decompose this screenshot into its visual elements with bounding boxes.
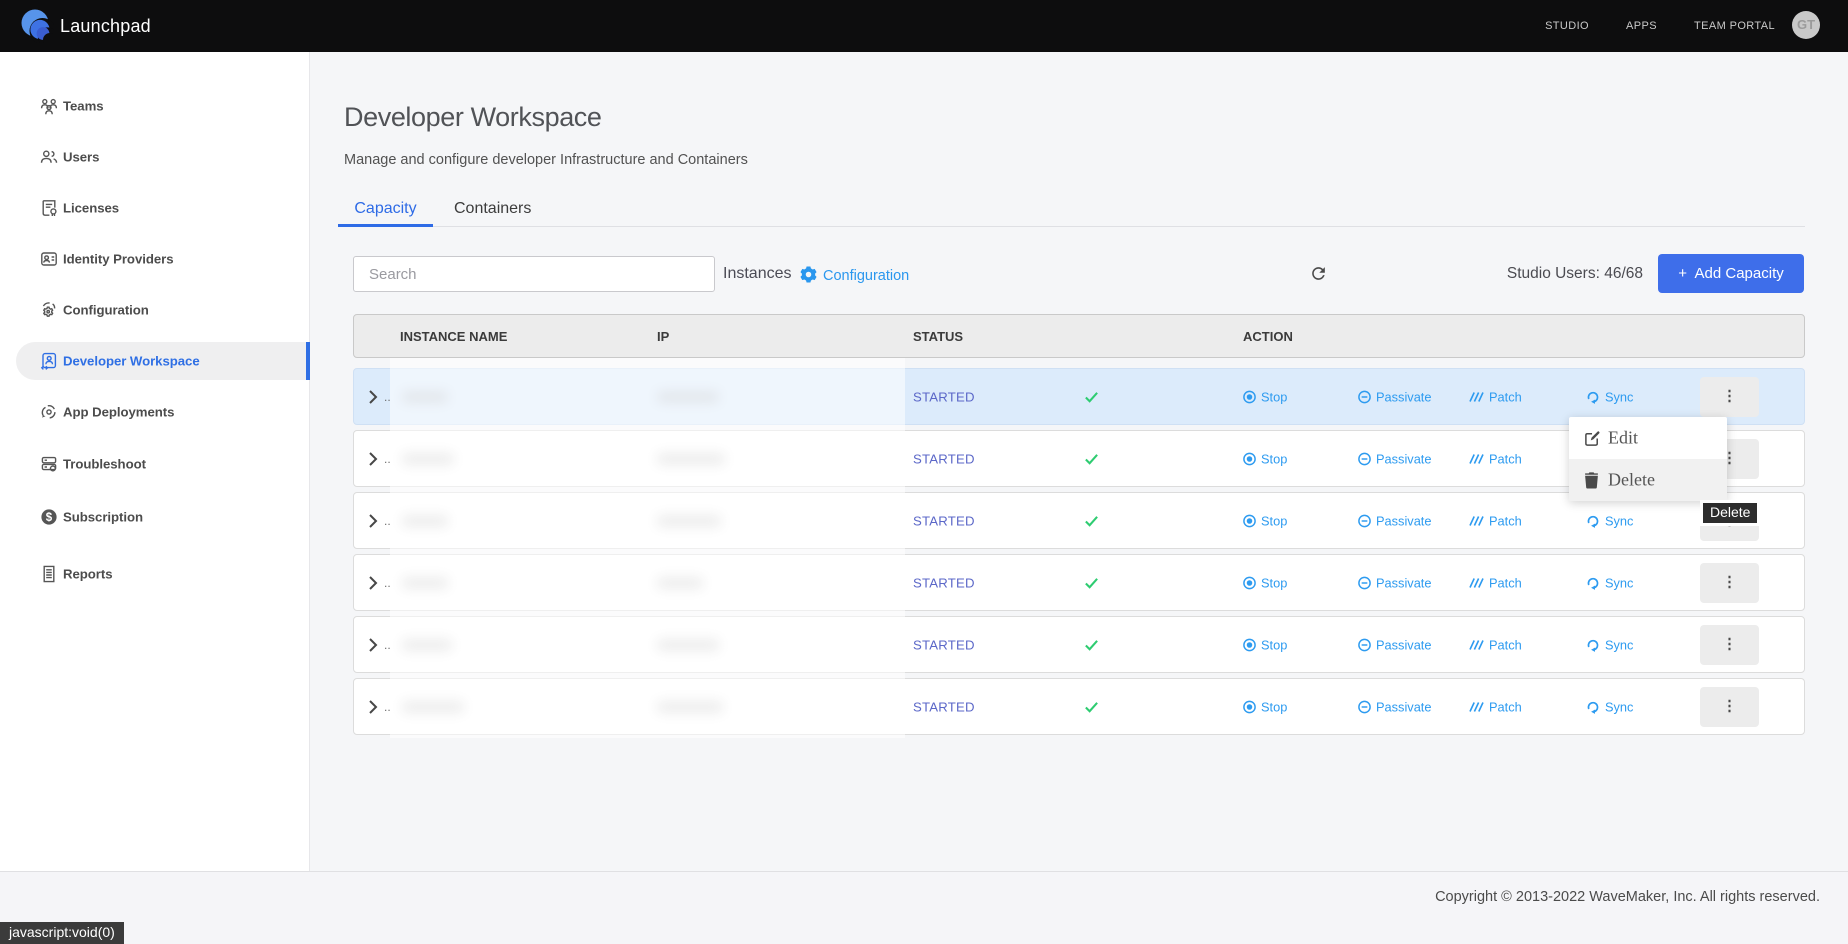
svg-text:$: $ bbox=[46, 512, 53, 524]
